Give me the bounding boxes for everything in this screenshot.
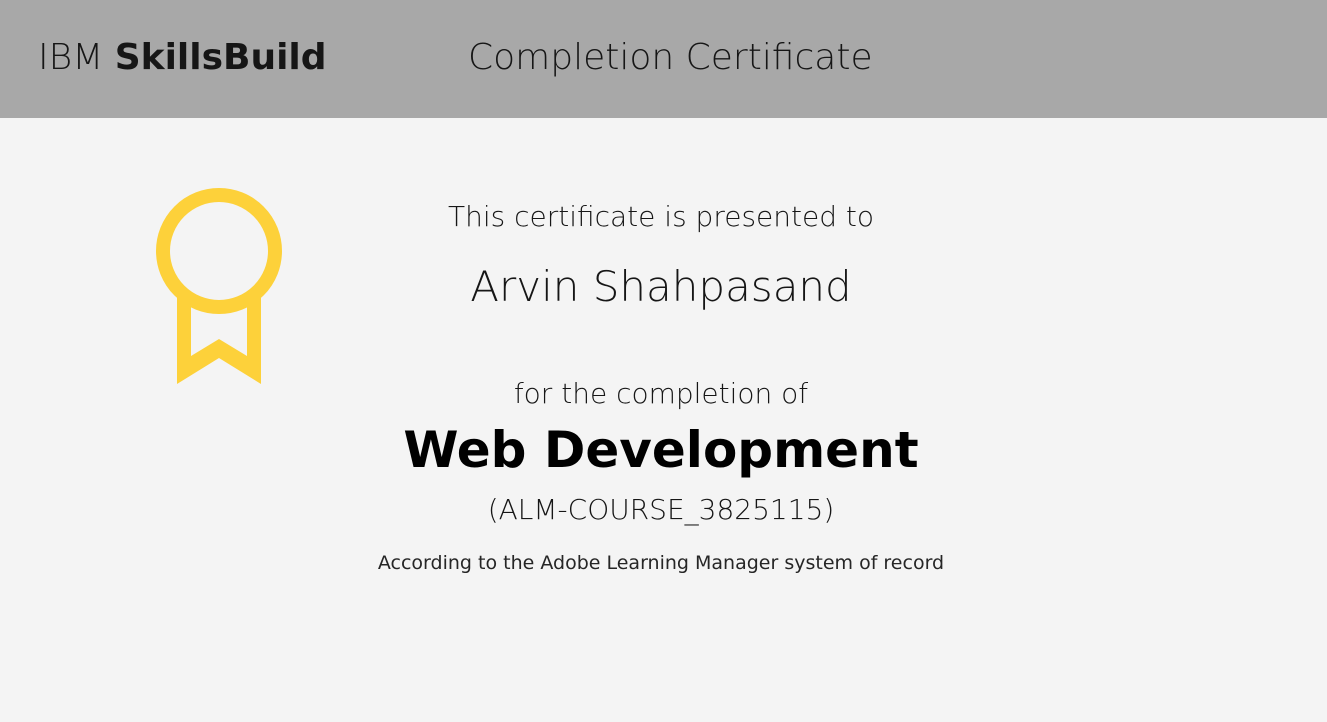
brand-skillsbuild: SkillsBuild (114, 37, 327, 78)
header-title: Completion Certificate (468, 37, 873, 78)
presented-text: This certificate is presented to (447, 200, 874, 233)
completion-text: for the completion of (513, 377, 809, 410)
recipient-name: Arvin Shahpasand (470, 262, 852, 311)
course-title: Web Development (403, 421, 919, 479)
certificate-header: IBM SkillsBuild Completion Certificate (0, 0, 1327, 118)
award-ribbon-icon (156, 188, 282, 384)
brand-logo: IBM SkillsBuild (38, 36, 327, 80)
record-note: According to the Adobe Learning Manager … (377, 552, 945, 574)
brand-ibm: IBM (38, 37, 104, 78)
course-code: (ALM-COURSE_3825115) (487, 493, 835, 526)
